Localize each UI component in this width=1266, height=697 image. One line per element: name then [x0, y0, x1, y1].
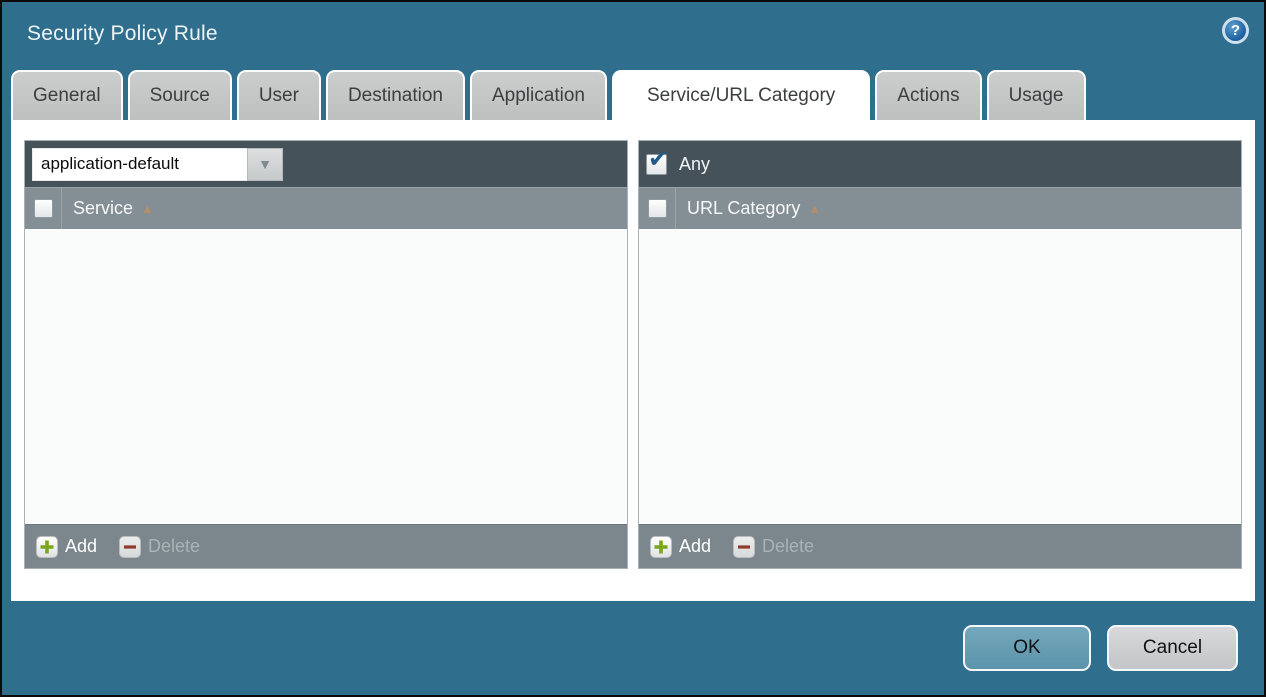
any-checkbox[interactable]: ✔ — [646, 154, 667, 175]
tab-content: ▼ Service ▲ Add — [11, 120, 1255, 601]
add-icon — [36, 536, 58, 558]
cancel-button[interactable]: Cancel — [1107, 625, 1238, 671]
titlebar: Security Policy Rule ? — [2, 2, 1264, 68]
service-panel: ▼ Service ▲ Add — [24, 140, 628, 569]
service-type-input[interactable] — [32, 148, 247, 181]
service-panel-toolbar: ▼ — [25, 141, 627, 187]
sort-ascending-icon: ▲ — [141, 201, 154, 216]
url-category-table-body[interactable] — [639, 229, 1241, 524]
any-checkbox-label: Any — [679, 154, 710, 175]
tab-usage[interactable]: Usage — [987, 70, 1086, 120]
url-category-select-all-checkbox[interactable] — [648, 199, 667, 218]
service-table-header: Service ▲ — [25, 187, 627, 229]
service-panel-footer: Add Delete — [25, 524, 627, 568]
tab-source[interactable]: Source — [128, 70, 232, 120]
service-add-button[interactable]: Add — [36, 536, 97, 558]
add-icon — [650, 536, 672, 558]
tab-application[interactable]: Application — [470, 70, 607, 120]
tab-service-url-category[interactable]: Service/URL Category — [612, 70, 870, 120]
sort-ascending-icon: ▲ — [808, 201, 821, 216]
chevron-down-icon: ▼ — [258, 156, 272, 172]
delete-icon — [733, 536, 755, 558]
security-policy-rule-dialog: Security Policy Rule ? General Source Us… — [0, 0, 1266, 697]
service-column-header[interactable]: Service — [73, 198, 133, 219]
service-select-all-cell — [25, 188, 62, 229]
tab-bar: General Source User Destination Applicat… — [11, 70, 1255, 120]
page-title: Security Policy Rule — [27, 22, 218, 46]
tab-user[interactable]: User — [237, 70, 321, 120]
check-icon: ✔ — [648, 148, 668, 172]
delete-button-label: Delete — [148, 536, 200, 557]
service-select-all-checkbox[interactable] — [34, 199, 53, 218]
service-type-combo: ▼ — [32, 148, 283, 181]
url-category-panel: ✔ Any URL Category ▲ Add — [638, 140, 1242, 569]
url-category-column-header[interactable]: URL Category — [687, 198, 800, 219]
url-category-add-button[interactable]: Add — [650, 536, 711, 558]
dialog-button-row: OK Cancel — [963, 625, 1238, 671]
service-type-dropdown-button[interactable]: ▼ — [247, 148, 283, 181]
tab-general[interactable]: General — [11, 70, 123, 120]
url-category-delete-button[interactable]: Delete — [733, 536, 814, 558]
add-button-label: Add — [65, 536, 97, 557]
tab-destination[interactable]: Destination — [326, 70, 465, 120]
ok-button[interactable]: OK — [963, 625, 1091, 671]
add-button-label: Add — [679, 536, 711, 557]
delete-icon — [119, 536, 141, 558]
delete-button-label: Delete — [762, 536, 814, 557]
service-table-body[interactable] — [25, 229, 627, 524]
url-category-select-all-cell — [639, 188, 676, 229]
url-category-panel-toolbar: ✔ Any — [639, 141, 1241, 187]
url-category-panel-footer: Add Delete — [639, 524, 1241, 568]
tab-actions[interactable]: Actions — [875, 70, 981, 120]
url-category-table-header: URL Category ▲ — [639, 187, 1241, 229]
service-delete-button[interactable]: Delete — [119, 536, 200, 558]
help-icon[interactable]: ? — [1222, 17, 1249, 44]
